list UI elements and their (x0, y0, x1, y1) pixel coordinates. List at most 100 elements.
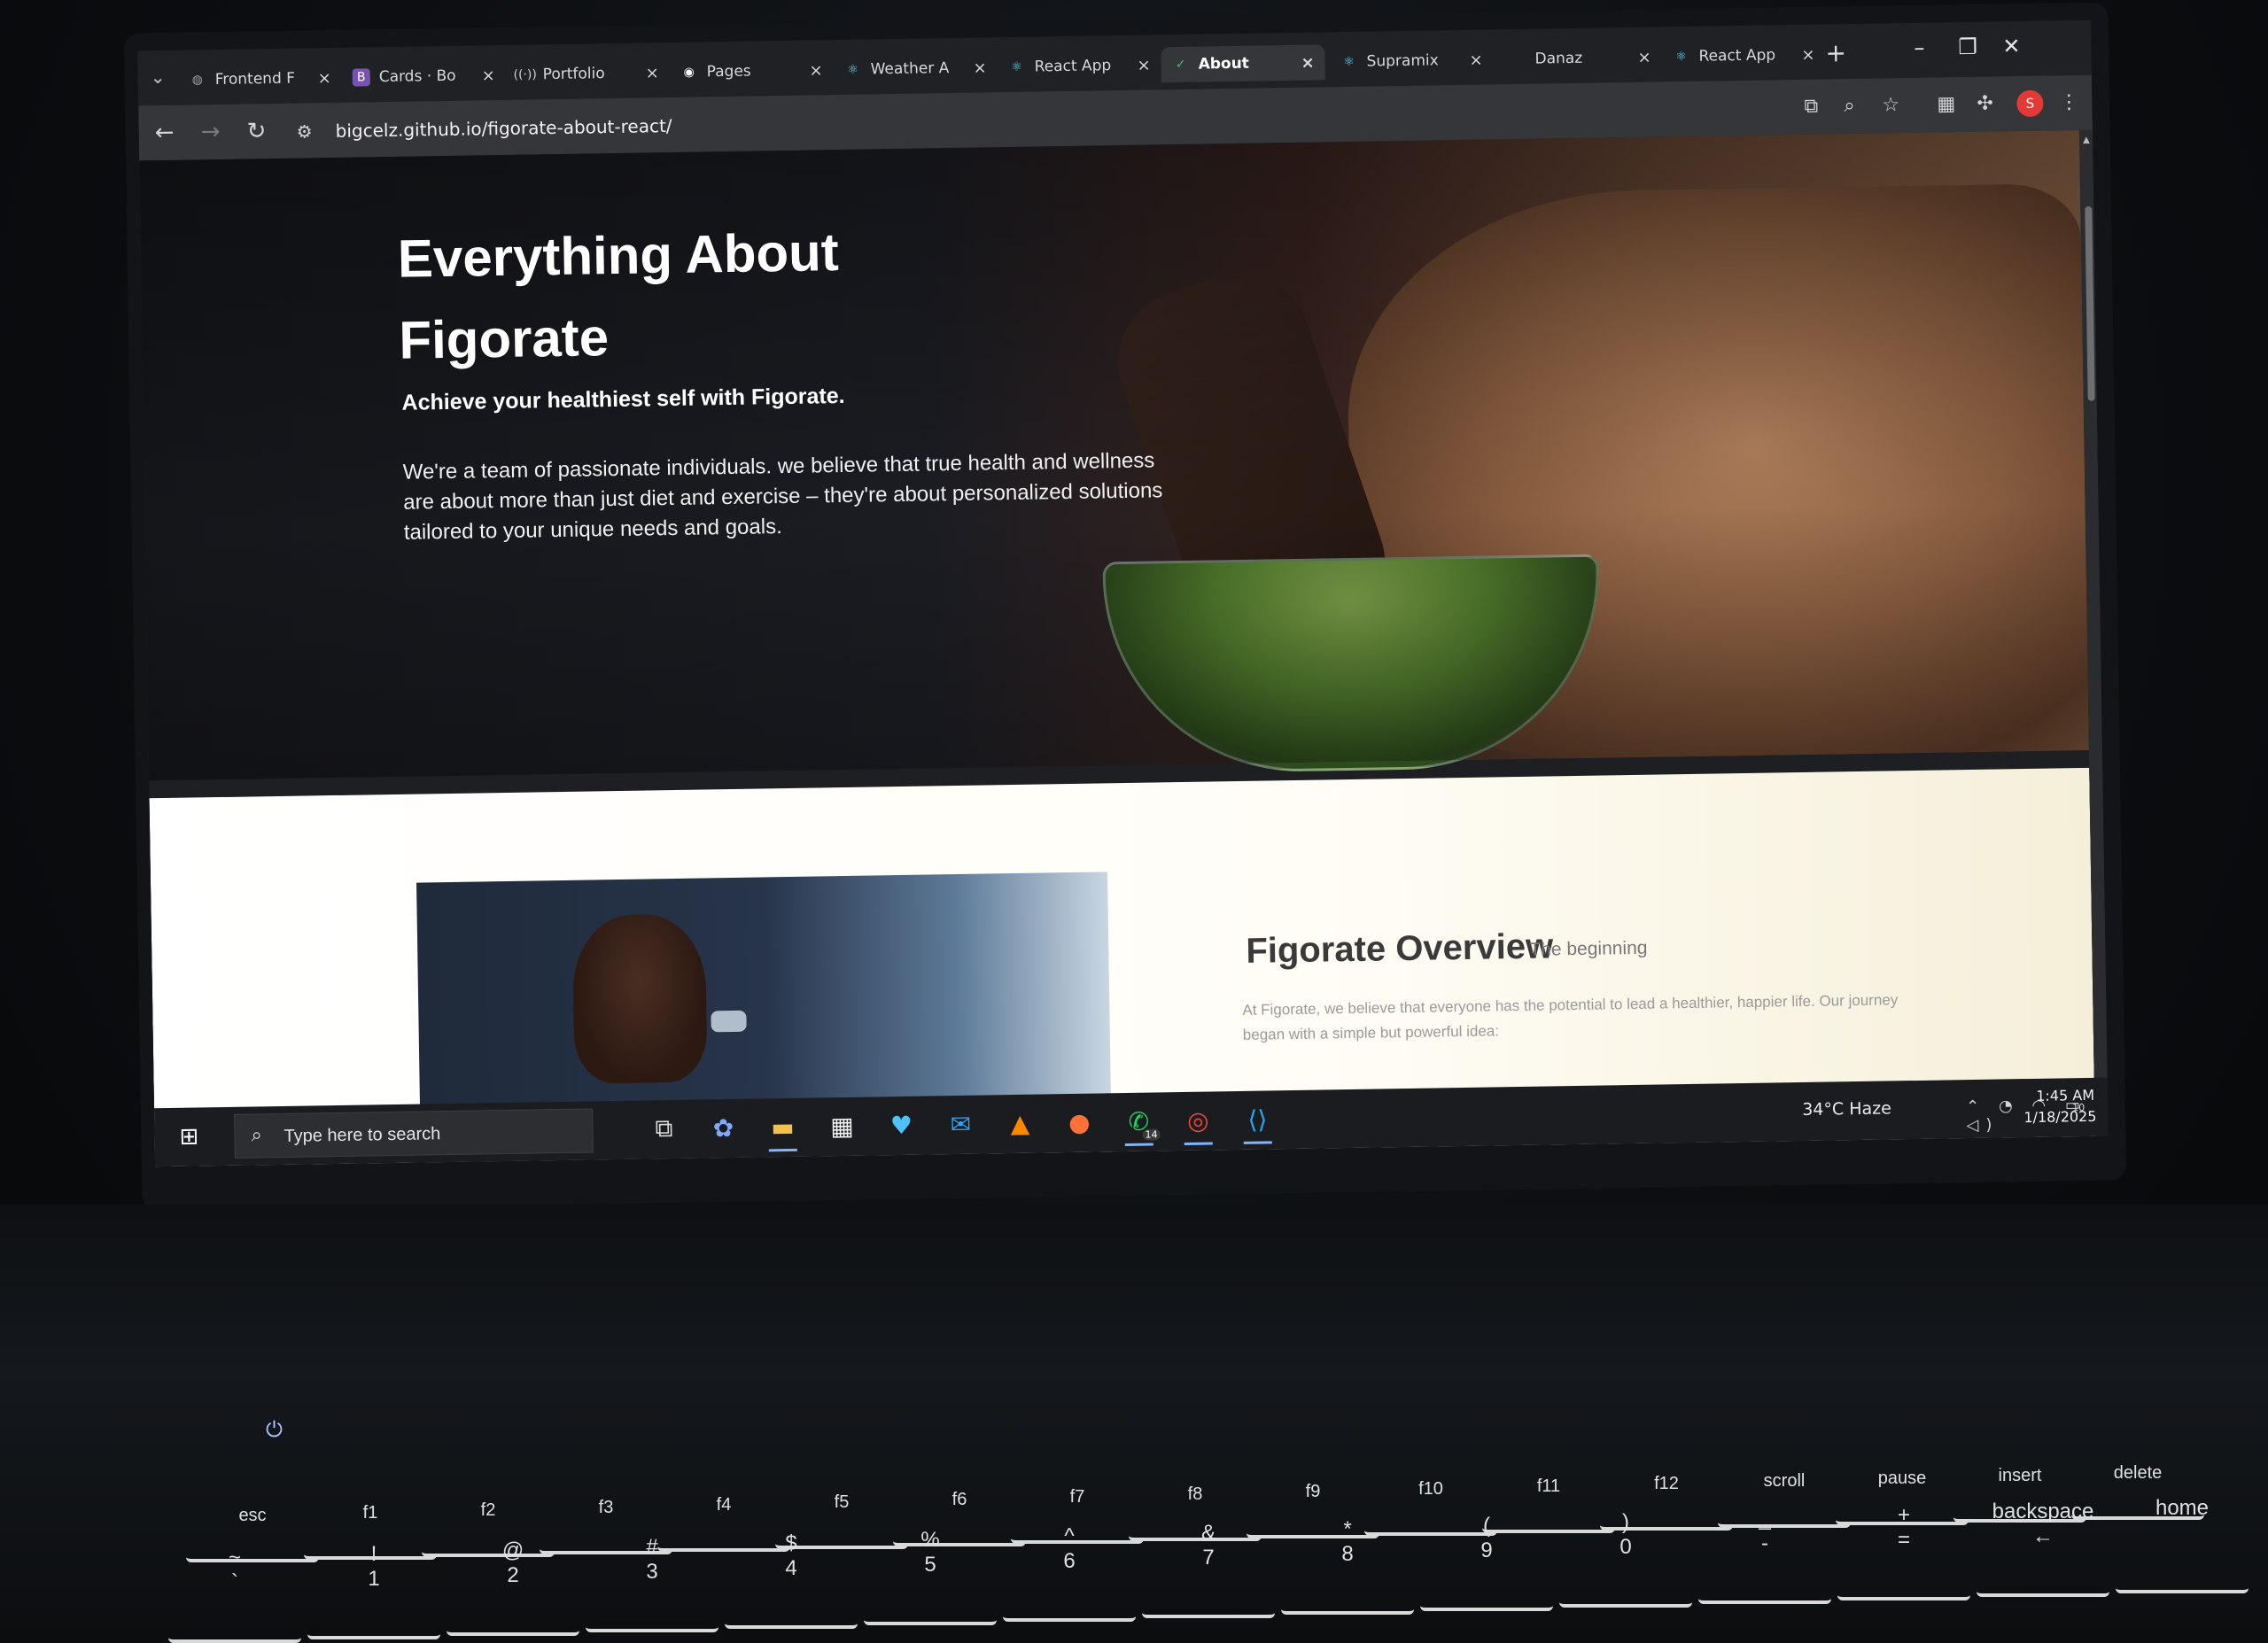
key-5[interactable]: $4 (725, 1531, 858, 1629)
health-icon[interactable]: ♥ (883, 1107, 920, 1143)
browser-tab[interactable]: ✓ About × (1161, 44, 1325, 83)
key-14[interactable]: backspace ← (1977, 1500, 2109, 1597)
web-page: Everything About Figorate Achieve your h… (139, 129, 2095, 1167)
close-window-icon[interactable]: ✕ (2002, 34, 2021, 58)
extensions-puzzle-icon[interactable]: ✣ (1977, 93, 1993, 115)
overview-title: Figorate Overview (1246, 926, 1554, 971)
browser-tab[interactable]: ◉ Pages × (669, 52, 834, 90)
power-button-icon[interactable]: ⏻ (266, 1417, 283, 1442)
react-icon: ⚛ (1675, 49, 1687, 65)
key-legend: 6 (1063, 1549, 1076, 1573)
install-app-icon[interactable]: ⧉ (1804, 96, 1818, 118)
menu-kebab-icon[interactable]: ⋮ (2059, 91, 2078, 113)
restore-icon[interactable]: ❐ (1958, 35, 1977, 59)
tab-close-icon[interactable]: × (1637, 48, 1651, 66)
new-tab-button[interactable]: + (1825, 38, 1846, 67)
key-12[interactable]: _ - (1698, 1507, 1831, 1604)
blank-icon (1508, 50, 1526, 68)
key-legend: 3 (646, 1560, 658, 1584)
key-9[interactable]: * 8 (1281, 1517, 1414, 1615)
back-icon[interactable]: ← (154, 120, 174, 146)
notification-count: 10 (2072, 1102, 2085, 1114)
man-drinking-water-image (571, 913, 708, 1084)
key-shift-legend: % (920, 1528, 940, 1552)
key-shift-legend: # (646, 1535, 658, 1559)
key-legend: 5 (924, 1553, 936, 1577)
tab-title: About (1198, 54, 1250, 74)
forward-icon[interactable]: → (200, 119, 220, 145)
browser-tab[interactable]: ◍ Frontend F × (177, 60, 342, 98)
key-1[interactable]: ~ ` (168, 1546, 301, 1643)
scroll-up-arrow-icon[interactable]: ▲ (2083, 136, 2090, 145)
tab-close-icon[interactable]: × (809, 61, 822, 80)
minimize-icon[interactable]: – (1914, 35, 1924, 60)
tab-title: Portfolio (542, 65, 605, 84)
tab-title: Supramix (1366, 51, 1439, 71)
tab-close-icon[interactable]: × (317, 68, 330, 87)
file-explorer-icon[interactable]: ▬ (765, 1109, 801, 1145)
key-legend: 0 (1619, 1535, 1632, 1559)
vscode-icon[interactable]: ⟨⟩ (1239, 1101, 1276, 1137)
key-shift-legend: ( (1483, 1514, 1490, 1538)
search-icon: ⌕ (251, 1124, 263, 1147)
whatsapp-icon[interactable]: ✆ 14 (1121, 1103, 1161, 1141)
extension-icon[interactable]: ▦ (1937, 93, 1955, 115)
notification-center-icon[interactable]: 10 (2072, 1094, 2085, 1116)
tab-close-icon[interactable]: × (1801, 45, 1814, 64)
chrome-icon[interactable]: ◎ (1180, 1102, 1216, 1138)
weather-widget[interactable]: 34°C Haze (1802, 1098, 1891, 1120)
profile-avatar[interactable]: S (2016, 89, 2044, 118)
key-11[interactable]: ) 0 (1559, 1510, 1692, 1608)
key-shift-legend: + (1897, 1503, 1910, 1527)
reload-icon[interactable]: ↻ (246, 118, 266, 144)
key-8[interactable]: & 7 (1142, 1521, 1275, 1618)
key-3[interactable]: @2 (447, 1538, 579, 1636)
key-15[interactable]: home (2116, 1496, 2249, 1593)
key-shift-legend: @ (501, 1538, 524, 1562)
key-13[interactable]: + = (1837, 1503, 1970, 1600)
key-legend: ` (231, 1570, 238, 1594)
browser-tab[interactable]: ((·)) Portfolio × (505, 55, 670, 93)
bookmark-star-icon[interactable]: ☆ (1882, 94, 1899, 116)
tab-close-icon[interactable]: × (973, 58, 986, 77)
tab-close-icon[interactable]: × (1301, 53, 1314, 72)
task-view-icon[interactable]: ⧉ (646, 1111, 682, 1147)
key-4[interactable]: #3 (586, 1535, 718, 1632)
tab-close-icon[interactable]: × (481, 66, 494, 85)
key-legend: 4 (785, 1556, 797, 1580)
key-legend: 2 (507, 1563, 519, 1587)
whatsapp-badge: 14 (1142, 1128, 1161, 1141)
site-info-icon[interactable]: ⚙ (297, 120, 313, 142)
key-2[interactable]: ! 1 (307, 1542, 440, 1639)
tab-close-icon[interactable]: × (645, 64, 658, 82)
key-shift-legend: ~ (228, 1546, 241, 1569)
zoom-icon[interactable]: ⌕ (1844, 95, 1855, 117)
water-bottle-image (711, 1010, 747, 1033)
key-10[interactable]: (9 (1420, 1514, 1553, 1611)
key-6[interactable]: % 5 (864, 1528, 997, 1625)
tab-close-icon[interactable]: × (1137, 56, 1150, 74)
tab-search-chevron-icon[interactable]: ⌄ (151, 66, 174, 89)
browser-tab[interactable]: ⚛ Weather A × (833, 50, 998, 88)
key-7[interactable]: ^ 6 (1003, 1524, 1136, 1622)
tab-title: Weather A (870, 59, 950, 79)
address-bar[interactable]: bigcelz.github.io/figorate-about-react/ (336, 115, 672, 142)
microsoft-store-icon[interactable]: ▦ (824, 1108, 860, 1144)
browser-tab[interactable]: ⚛ React App × (997, 47, 1161, 85)
search-placeholder: Type here to search (284, 1124, 441, 1146)
windows-start-icon[interactable]: ⊞ (179, 1123, 206, 1150)
key-shift-legend: & (1200, 1521, 1216, 1545)
tab-title: Pages (706, 62, 751, 81)
firefox-icon[interactable]: ● (1061, 1104, 1098, 1141)
mail-icon[interactable]: ✉ (943, 1106, 979, 1143)
browser-tab[interactable]: Danaz × (1497, 39, 1662, 77)
vlc-icon[interactable]: ▲ (1002, 1105, 1038, 1142)
browser-tab[interactable]: B Cards · Bo × (341, 58, 506, 96)
tab-close-icon[interactable]: × (1469, 50, 1482, 69)
bootstrap-icon: B (352, 68, 370, 87)
copilot-icon[interactable]: ✿ (705, 1110, 742, 1146)
react-icon: ⚛ (847, 62, 859, 77)
taskbar-search-box[interactable]: ⌕ Type here to search (234, 1108, 594, 1159)
browser-tab[interactable]: ⚛ Supramix × (1329, 42, 1494, 80)
browser-tab[interactable]: ⚛ React App × (1661, 36, 1826, 74)
